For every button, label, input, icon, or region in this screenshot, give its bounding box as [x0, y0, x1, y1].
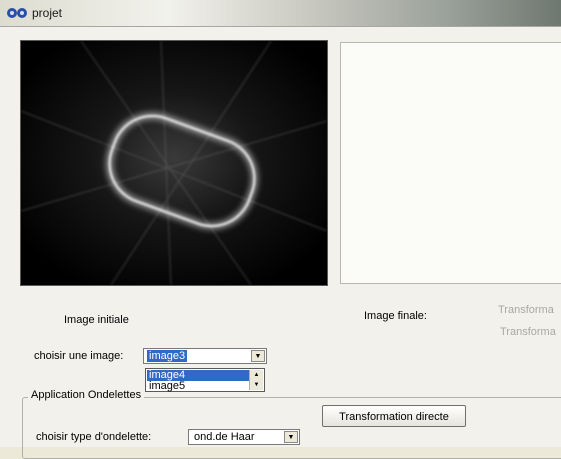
final-image	[340, 42, 561, 284]
ondelettes-groupbox	[22, 397, 561, 459]
window-title: projet	[32, 6, 63, 20]
dropdown-scrollbar[interactable]: ▲ ▼	[249, 370, 263, 390]
transformation-directe-button[interactable]: Transformation directe	[322, 405, 466, 427]
choose-wavelet-label: choisir type d'ondelette:	[36, 431, 152, 443]
window-titlebar[interactable]: projet	[0, 0, 561, 27]
transform-label-1: Transforma	[498, 304, 554, 316]
dropdown-option-image5[interactable]: image5	[147, 381, 252, 392]
chevron-down-icon[interactable]: ▼	[251, 350, 265, 362]
image-initiale-label: Image initiale	[64, 314, 129, 326]
wavelet-select[interactable]: ond.de Haar ▼	[188, 429, 300, 445]
wavelet-select-value: ond.de Haar	[194, 431, 255, 443]
group-title: Application Ondelettes	[28, 389, 145, 401]
image-select-dropdown[interactable]: image4 image5 ▲ ▼	[145, 368, 265, 392]
fractal-picture	[21, 41, 327, 285]
image-select[interactable]: image3 ▼	[143, 348, 267, 364]
initial-image	[20, 40, 328, 286]
transform-label-2: Transforma	[500, 326, 556, 338]
choose-image-label: choisir une image:	[34, 350, 124, 362]
image-finale-label: Image finale:	[364, 310, 427, 322]
image-select-value: image3	[147, 350, 188, 362]
chevron-down-icon[interactable]: ▼	[284, 431, 298, 443]
app-logo-icon	[7, 8, 27, 18]
